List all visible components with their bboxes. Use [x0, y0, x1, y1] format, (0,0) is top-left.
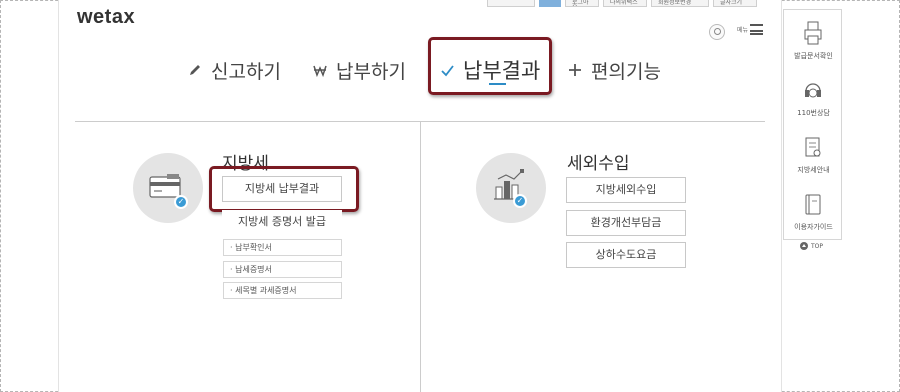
nav-label-convenience: 편의기능 — [591, 60, 661, 83]
search-icon[interactable] — [709, 24, 725, 40]
sub-item-label: 납부확인서 — [235, 243, 272, 252]
scroll-top-button[interactable]: TOP — [800, 242, 823, 250]
nav-label-pay: 납부하기 — [336, 60, 406, 83]
sidebar-label: 이용자가이드 — [794, 223, 833, 231]
top-label: TOP — [811, 242, 824, 250]
sidebar-item-110-consult[interactable]: 110번상담 — [784, 71, 843, 123]
sub-item-tax-by-item-cert[interactable]: · 세목별 과세증명서 — [223, 282, 342, 299]
sidebar-label: 발급문서확인 — [794, 52, 833, 60]
arrow-up-icon — [800, 242, 808, 250]
highlight-box-nav — [428, 37, 552, 95]
sidebar-item-local-tax-guide[interactable]: 지방세안내 — [784, 128, 843, 180]
check-badge-icon: ✓ — [174, 195, 188, 209]
highlight-box-button — [209, 166, 359, 212]
sidebar-item-user-guide[interactable]: 이용자가이드 — [784, 185, 843, 237]
wetax-logo[interactable]: wetax — [77, 6, 135, 29]
hamburger-icon — [750, 24, 764, 35]
util-link-my-wetax[interactable]: 나의위택스 — [603, 0, 647, 7]
top-utility-bar: 로그아웃 나의위택스 회원정보변경 글자크기 — [487, 0, 757, 8]
sub-item-label: 납세증명서 — [235, 265, 272, 274]
logo-text: wetax — [77, 6, 136, 28]
headset-icon — [805, 83, 821, 98]
local-tax-certificate-button[interactable]: 지방세 증명서 발급 — [222, 210, 342, 236]
menu-button[interactable]: 메뉴 — [737, 24, 764, 35]
nav-item-report[interactable]: 신고하기 — [187, 52, 281, 88]
sidebar-label: 110번상담 — [797, 109, 830, 117]
non-tax-illustration: ✓ — [476, 153, 546, 223]
document-icon — [805, 137, 821, 157]
sidebar-item-doc-check[interactable]: 발급문서확인 — [784, 14, 843, 66]
local-tax-illustration: ✓ — [133, 153, 203, 223]
plus-icon — [567, 63, 583, 77]
util-link-font-size[interactable]: 글자크기 — [713, 0, 757, 7]
nav-label-report: 신고하기 — [211, 60, 281, 83]
sub-item-label: 세목별 과세증명서 — [235, 286, 297, 295]
nav-item-pay[interactable]: 납부하기 — [312, 52, 406, 88]
menu-label: 메뉴 — [737, 27, 749, 34]
util-link-member-info[interactable]: 회원정보변경 — [651, 0, 709, 7]
quick-sidebar: 발급문서확인 110번상담 지방세안내 이용자가이드 — [783, 9, 842, 240]
book-icon — [805, 194, 821, 215]
check-badge-icon: ✓ — [513, 194, 527, 208]
non-tax-local-button[interactable]: 지방세외수입 — [566, 177, 686, 203]
nav-item-convenience[interactable]: 편의기능 — [567, 52, 661, 88]
pencil-icon — [187, 63, 203, 77]
util-link-1[interactable] — [487, 0, 535, 7]
water-fee-button[interactable]: 상하수도요금 — [566, 242, 686, 268]
non-tax-title: 세외수입 — [567, 154, 630, 174]
won-icon — [312, 63, 328, 77]
sidebar-label: 지방세안내 — [797, 166, 830, 174]
util-link-2[interactable] — [539, 0, 561, 7]
sub-item-tax-payment-cert[interactable]: · 납세증명서 — [223, 261, 342, 278]
section-divider-vertical — [420, 122, 421, 392]
environment-charge-button[interactable]: 환경개선부담금 — [566, 210, 686, 236]
sub-item-payment-confirmation[interactable]: · 납부확인서 — [223, 239, 342, 256]
util-link-logout[interactable]: 로그아웃 — [565, 0, 599, 7]
printer-icon — [804, 21, 822, 45]
